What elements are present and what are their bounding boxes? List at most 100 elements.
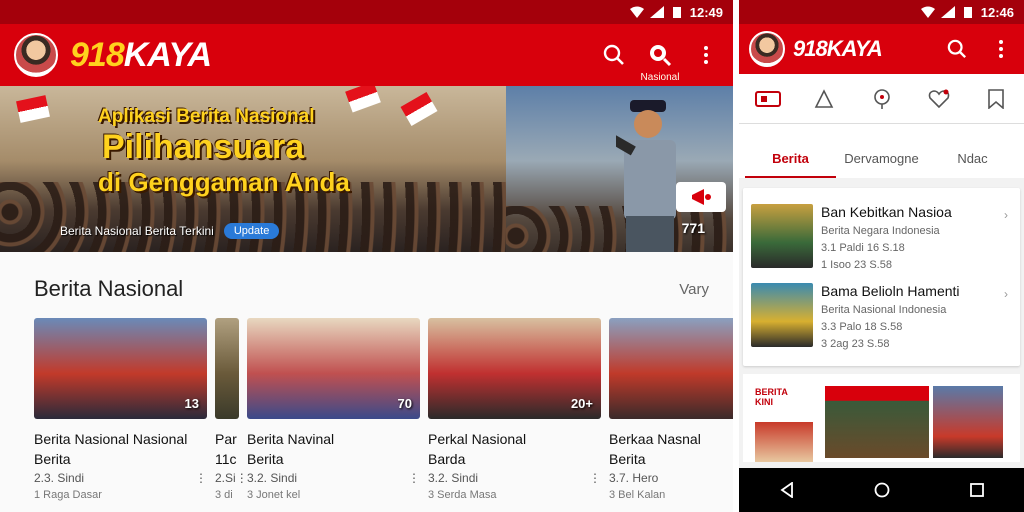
promo-label: BERITA KINI: [755, 386, 801, 408]
hero-banner[interactable]: Aplikasi Berita Nasional Pilihansuara di…: [0, 86, 733, 252]
news-card-meta: 3.7. Hero: [609, 471, 659, 485]
section-title: Berita Nasional: [34, 276, 184, 301]
recents-icon: [969, 483, 984, 497]
news-card-subtitle: Berita: [34, 451, 71, 467]
list-item-meta2: 1 Isoo 23 S.58: [821, 259, 892, 271]
news-card-subtitle: Berita: [247, 451, 284, 467]
tv-category-button[interactable]: [753, 86, 783, 112]
news-card-meta2: 3 Serda Masa: [428, 489, 497, 501]
avatar[interactable]: [749, 31, 785, 67]
nav-recents-button[interactable]: [965, 478, 989, 502]
hero-subtitle: Berita Nasional Berita Terkini Update: [60, 223, 280, 239]
status-bar: 12:49: [0, 0, 733, 24]
news-card-meta: 3.2. Sindi: [247, 471, 298, 485]
news-card-thumbnail: 771: [609, 318, 733, 419]
promo-thumb-2: [825, 386, 929, 458]
news-card-meta2: 3 Jonet kel: [247, 489, 301, 501]
wifi-icon: [920, 6, 935, 18]
list-item-thumbnail: [751, 283, 813, 347]
location-category-button[interactable]: [867, 86, 897, 112]
more-menu-button[interactable]: [693, 42, 719, 68]
news-card-meta2: 3 Bel Kalan: [609, 489, 666, 501]
news-card[interactable]: 13 Berita Nasional Nasional Berita 2.3. Sin…: [34, 318, 207, 501]
news-card-badge: 13: [184, 396, 199, 411]
update-pill[interactable]: Update: [223, 223, 280, 239]
icon-caption: Nasional: [640, 72, 680, 83]
search-button[interactable]: [944, 36, 970, 62]
section-more-link[interactable]: Vary: [679, 281, 709, 298]
hero-title: Aplikasi Berita Nasional Pilihansuara di…: [98, 106, 350, 197]
chevron-right-icon[interactable]: ›: [1004, 208, 1008, 222]
list-item-meta2: 3 2ag 23 S.58: [821, 338, 890, 350]
favorite-category-button[interactable]: [924, 86, 954, 112]
news-card-title: Perkal Nasional: [428, 431, 527, 447]
brand-logo: 918KAYA: [793, 36, 883, 61]
battery-icon: [672, 7, 681, 18]
more-vert-icon: [704, 46, 708, 64]
news-card-thumbnail: 13: [34, 318, 207, 419]
battery-icon: [963, 7, 972, 18]
national-search-button[interactable]: Nasional: [641, 42, 679, 83]
news-card-subtitle: Barda: [428, 451, 466, 467]
chevron-right-icon[interactable]: ›: [1004, 287, 1008, 301]
tab-bar: Berita Dervamogne Ndac: [739, 124, 1024, 178]
news-card[interactable]: Par 11c 2.Si ⋮ 3 di: [215, 318, 248, 501]
news-card-badge: 70: [397, 396, 412, 411]
news-card-badge: 20+: [570, 396, 593, 411]
news-card-meta: 3.2. Sindi: [428, 471, 479, 485]
news-card[interactable]: 20+ Perkal Nasional Barda 3.2. Sindi ⋮ 3 Serd…: [428, 318, 601, 501]
back-icon: [779, 482, 793, 498]
list-item[interactable]: Ban Kebitkan Nasioa Berita Negara Indones…: [751, 198, 1012, 277]
news-card-title: Berkaa Nasnal: [609, 431, 701, 447]
news-card-title: Berita Nasional Nasional: [34, 431, 188, 447]
news-list: Ban Kebitkan Nasioa Berita Negara Indones…: [743, 188, 1020, 366]
home-icon: [874, 482, 889, 498]
news-card-thumbnail: [215, 318, 239, 419]
brand-logo: 918KAYA: [70, 35, 212, 74]
heart-icon: [928, 89, 949, 108]
search-icon: [603, 44, 624, 65]
news-card-meta: 2.3. Sindi: [34, 471, 85, 485]
news-card-meta2: 3 di: [215, 489, 233, 501]
news-card-title: Par: [215, 431, 237, 447]
article-category-button[interactable]: [810, 86, 840, 112]
list-item-subtitle: Berita Nasional Indonesia: [821, 304, 947, 316]
nav-back-button[interactable]: [775, 478, 799, 502]
more-menu-button[interactable]: [988, 36, 1014, 62]
location-icon: [873, 88, 890, 109]
app-bar: 918KAYA: [739, 24, 1024, 74]
list-item-subtitle: Berita Negara Indonesia: [821, 225, 940, 237]
news-card[interactable]: 70 Berita Navinal Berita 3.2. Sindi ⋮ 3 Jonet…: [247, 318, 420, 501]
pen-icon: [814, 88, 833, 108]
avatar[interactable]: [14, 33, 58, 77]
more-vert-icon[interactable]: ⋮: [589, 471, 601, 485]
tab-1[interactable]: Dervamogne: [836, 151, 927, 178]
search-badge-icon: [650, 45, 672, 67]
app-bar: 918KAYA Nasional: [0, 24, 733, 86]
more-vert-icon: [999, 40, 1003, 58]
system-nav-bar: [739, 468, 1024, 512]
nav-home-button[interactable]: [870, 478, 894, 502]
more-vert-icon[interactable]: ⋮: [236, 471, 248, 485]
list-item[interactable]: Bama Belioln Hamenti Berita Nasional Indo…: [751, 277, 1012, 356]
signal-icon: [940, 6, 955, 18]
news-card-meta2: 1 Raga Dasar: [34, 489, 102, 501]
list-item-title: Bama Belioln Hamenti: [821, 283, 960, 299]
bookmark-icon: [987, 88, 1004, 109]
more-vert-icon[interactable]: ⋮: [195, 471, 207, 485]
hero-side-badge[interactable]: [676, 182, 726, 212]
search-button[interactable]: [601, 42, 627, 68]
news-card[interactable]: 771Berkaa NasnalBerita3.7. Hero⋮3 Bel Ka…: [609, 318, 733, 501]
right-screen: 12:46 918KAYA Berita Dervamogne Ndac Ban K…: [739, 0, 1024, 512]
tab-0[interactable]: Berita: [745, 151, 836, 178]
bookmark-category-button[interactable]: [981, 86, 1011, 112]
list-item-meta: 3.3 Palo 18 S.58: [821, 321, 903, 333]
tab-2[interactable]: Ndac: [927, 151, 1018, 178]
status-bar: 12:46: [739, 0, 1024, 24]
more-vert-icon[interactable]: ⋮: [408, 471, 420, 485]
megaphone-icon: [692, 189, 711, 205]
news-card-subtitle: Berita: [609, 451, 646, 467]
promo-strip[interactable]: BERITA KINI: [743, 374, 1020, 462]
news-card-thumbnail: 70: [247, 318, 420, 419]
category-icon-bar: [739, 74, 1024, 124]
